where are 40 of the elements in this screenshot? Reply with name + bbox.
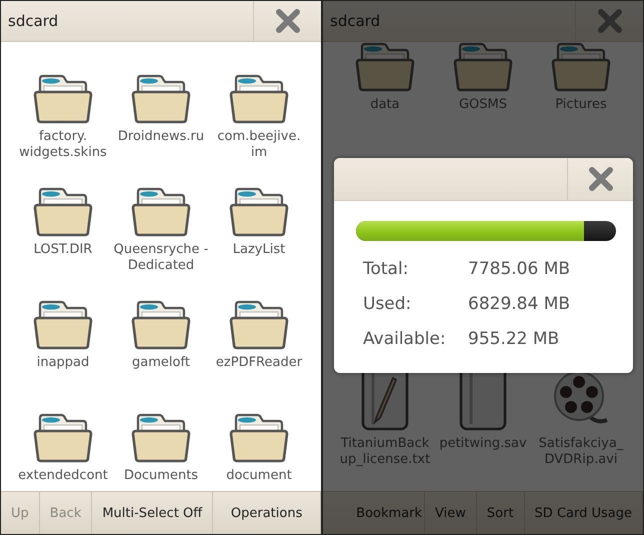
close-icon: [596, 8, 622, 34]
usage-value: 6829.84 MB: [468, 294, 572, 315]
folder-icon: [227, 299, 291, 351]
item-label[interactable]: Queensryche - Dedicated: [112, 242, 210, 274]
item-label[interactable]: LOST.DIR: [34, 242, 92, 258]
item-label[interactable]: gameloft: [132, 355, 190, 371]
folder-icon: [31, 299, 95, 351]
usage-value: 955.22 MB: [468, 329, 560, 350]
usage-label: Total:: [363, 259, 410, 280]
toolbar-button[interactable]: Multi-Select Off: [92, 492, 214, 534]
folder-icon: [227, 412, 291, 464]
folder-icon: [31, 186, 95, 238]
usage-value: 7785.06 MB: [468, 259, 572, 280]
folder-icon: [129, 186, 193, 238]
usage-label: Used:: [363, 294, 412, 315]
folder-icon: [227, 186, 291, 238]
item-label[interactable]: extendedcont: [18, 468, 108, 484]
item-label[interactable]: LazyList: [232, 242, 286, 258]
folder-icon: [31, 73, 95, 125]
item-label[interactable]: Droidnews.ru: [118, 129, 204, 145]
item-label[interactable]: factory. widgets.skins: [19, 129, 107, 161]
close-icon: [274, 8, 300, 34]
folder-icon: [129, 412, 193, 464]
item-label[interactable]: com.beejive. im: [217, 129, 301, 161]
close-icon: [588, 166, 614, 192]
window-title: sdcard: [329, 11, 382, 32]
item-label[interactable]: ezPDFReader: [216, 355, 302, 371]
window-title: sdcard: [7, 11, 60, 32]
usage-label: Available:: [363, 329, 447, 350]
folder-icon: [31, 412, 95, 464]
folder-icon: [129, 73, 193, 125]
folder-icon: [549, 42, 613, 93]
toolbar-button[interactable]: Operations: [213, 492, 321, 534]
item-label[interactable]: document: [226, 468, 292, 484]
item-label[interactable]: inappad: [36, 355, 90, 371]
folder-icon: [129, 299, 193, 351]
folder-icon: [451, 42, 515, 93]
folder-icon: [353, 42, 417, 93]
folder-icon: [227, 73, 291, 125]
item-label[interactable]: Documents: [124, 468, 198, 484]
